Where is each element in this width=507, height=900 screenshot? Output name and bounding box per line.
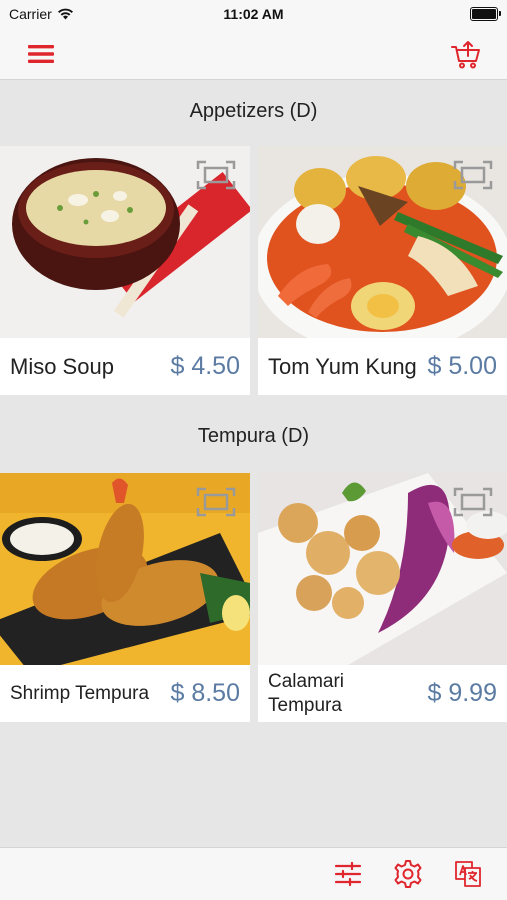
expand-icon[interactable]	[453, 160, 493, 190]
section-header-tempura: Tempura (D)	[0, 403, 507, 469]
status-bar: Carrier 11:02 AM	[0, 0, 507, 28]
settings-gear-icon	[394, 860, 422, 888]
settings-button[interactable]	[391, 857, 425, 891]
food-photo	[0, 473, 250, 665]
expand-icon[interactable]	[196, 160, 236, 190]
nav-bar	[0, 28, 507, 80]
food-photo	[258, 146, 507, 338]
item-caption: Calamari Tempura $ 9.99	[258, 665, 507, 722]
item-name: Shrimp Tempura	[10, 682, 150, 704]
shopping-cart-icon	[451, 40, 480, 68]
food-photo	[258, 473, 507, 665]
item-price: $ 8.50	[170, 679, 240, 707]
item-caption: Miso Soup $ 4.50	[0, 338, 250, 395]
translate-icon	[455, 861, 481, 887]
item-name: Tom Yum Kung	[268, 353, 417, 379]
carrier-label: Carrier	[9, 6, 52, 22]
translate-button[interactable]	[451, 857, 485, 891]
menu-item-card[interactable]: Calamari Tempura $ 9.99	[258, 473, 507, 722]
wifi-icon	[57, 8, 73, 20]
item-price: $ 9.99	[427, 679, 497, 707]
bottom-toolbar	[0, 847, 507, 900]
menu-button[interactable]	[24, 37, 58, 71]
section-grid-tempura: Shrimp Tempura $ 8.50 Calamari Tempura $…	[0, 469, 507, 722]
expand-icon[interactable]	[196, 487, 236, 517]
menu-list[interactable]: Appetizers (D) Miso Soup $ 4.50 Tom Yum …	[0, 80, 507, 847]
status-left: Carrier	[9, 6, 74, 22]
clock: 11:02 AM	[223, 6, 284, 22]
menu-item-card[interactable]: Tom Yum Kung $ 5.00	[258, 146, 507, 395]
item-price: $ 5.00	[427, 352, 497, 380]
battery-icon	[470, 7, 501, 21]
section-grid-appetizers: Miso Soup $ 4.50 Tom Yum Kung $ 5.00	[0, 142, 507, 395]
filter-button[interactable]	[331, 857, 365, 891]
item-price: $ 4.50	[170, 352, 240, 380]
item-name: Miso Soup	[10, 353, 114, 379]
menu-item-card[interactable]: Shrimp Tempura $ 8.50	[0, 473, 250, 722]
section-header-appetizers: Appetizers (D)	[0, 80, 507, 142]
filter-sliders-icon	[334, 861, 362, 887]
hamburger-menu-icon	[28, 44, 54, 63]
expand-icon[interactable]	[453, 487, 493, 517]
menu-item-card[interactable]: Miso Soup $ 4.50	[0, 146, 250, 395]
cart-button[interactable]	[449, 37, 483, 71]
food-photo	[0, 146, 250, 338]
item-caption: Shrimp Tempura $ 8.50	[0, 665, 250, 722]
item-name: Calamari Tempura	[268, 670, 345, 716]
item-caption: Tom Yum Kung $ 5.00	[258, 338, 507, 395]
